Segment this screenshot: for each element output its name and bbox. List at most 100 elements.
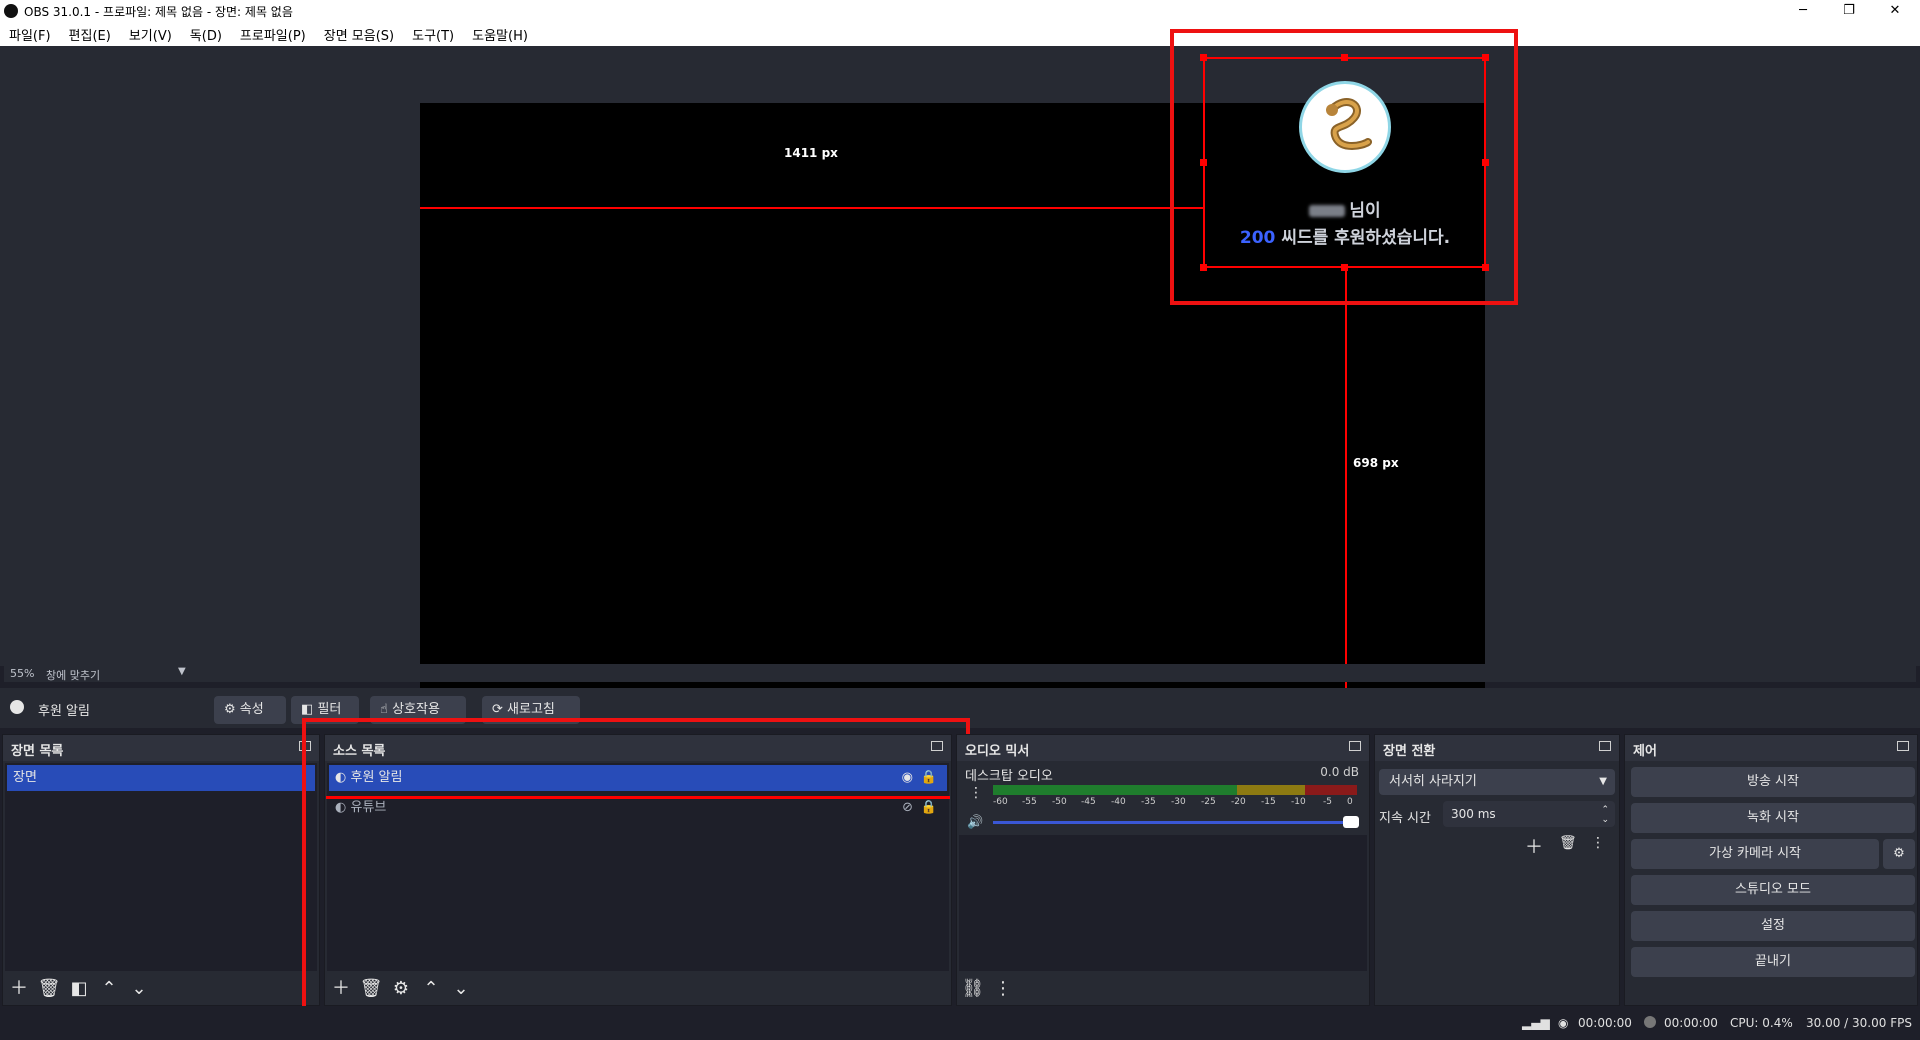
settings-button[interactable]: 설정 <box>1631 911 1915 941</box>
move-down-icon[interactable]: ⌄ <box>127 977 151 1001</box>
meter-ticks: -60 -55 -50 -45 -40 -35 -30 -25 -20 -15 … <box>993 797 1357 809</box>
trash-icon[interactable]: 🗑 <box>1559 835 1577 851</box>
obs-logo-icon <box>4 4 18 18</box>
tick-label: 0 <box>1347 797 1353 807</box>
selected-source-name: 후원 알림 <box>38 704 90 719</box>
menu-profile[interactable]: 프로파일(P) <box>231 25 315 44</box>
trash-icon[interactable]: 🗑 <box>37 977 61 1001</box>
close-button[interactable]: ✕ <box>1872 0 1918 22</box>
tick-label: -55 <box>1022 797 1037 807</box>
scenes-dock-title: 장면 목록 <box>11 744 64 759</box>
zoom-mode-select[interactable]: 창에 맞추기 <box>46 667 100 683</box>
controls-dock-title: 제어 <box>1633 744 1657 759</box>
preview-area[interactable]: 1411 px 698 px 님이 200 씨드를 후원하셨습니다. <box>0 29 1920 704</box>
tick-label: -60 <box>993 797 1008 807</box>
menu-edit[interactable]: 편집(E) <box>60 25 120 44</box>
menu-scene-collection[interactable]: 장면 모음(S) <box>315 25 403 44</box>
minimize-button[interactable]: ─ <box>1780 0 1826 22</box>
title-bar: OBS 31.0.1 - 프로파일: 제목 없음 - 장면: 제목 없음 ─ ❐… <box>0 0 1920 22</box>
kebab-menu-icon[interactable]: ⋮ <box>969 785 983 801</box>
mixer-footer: ⛓ ⋮ <box>961 977 1015 1001</box>
menu-file[interactable]: 파일(F) <box>0 25 60 44</box>
duration-spinbox[interactable]: 300 ms ⌃ ⌄ <box>1443 801 1615 827</box>
meter-bar-yellow <box>1237 785 1305 795</box>
tick-label: -20 <box>1231 797 1246 807</box>
gear-icon: ⚙ <box>224 702 236 717</box>
scenes-list[interactable]: 장면 <box>5 763 317 971</box>
meter-bar-green <box>993 785 1237 795</box>
cpu-usage: CPU: 0.4% <box>1730 1016 1793 1030</box>
mixer-level-readout: 0.0 dB <box>1320 765 1359 779</box>
transition-select[interactable]: 서서히 사라지기 ▼ <box>1379 769 1615 795</box>
studio-mode-button[interactable]: 스튜디오 모드 <box>1631 875 1915 905</box>
distance-label-horizontal: 1411 px <box>784 146 838 160</box>
tick-label: -40 <box>1111 797 1126 807</box>
zoom-level: 55% <box>10 667 35 680</box>
start-streaming-button[interactable]: 방송 시작 <box>1631 767 1915 797</box>
undock-icon[interactable] <box>1897 741 1909 751</box>
exit-button[interactable]: 끝내기 <box>1631 947 1915 977</box>
tick-label: -5 <box>1323 797 1332 807</box>
gear-icon: ⚙ <box>1893 846 1905 861</box>
signal-strength-icon: ▂▄▆ <box>1522 1016 1550 1030</box>
distance-line-horizontal <box>420 207 1205 209</box>
refresh-icon: ⟳ <box>492 702 503 717</box>
annotation-box-preview <box>1170 29 1518 305</box>
menu-tools[interactable]: 도구(T) <box>403 25 463 44</box>
undock-icon[interactable] <box>1599 741 1611 751</box>
move-up-icon[interactable]: ⌃ <box>97 977 121 1001</box>
stream-status-icon: ◉ <box>1558 1016 1569 1030</box>
scenes-footer: ＋ 🗑 ◧ ⌃ ⌄ <box>7 977 151 1001</box>
filter-icon: ◧ <box>301 702 314 717</box>
scene-item[interactable]: 장면 <box>7 765 315 791</box>
transitions-dock-title: 장면 전환 <box>1383 744 1436 759</box>
window-title: OBS 31.0.1 - 프로파일: 제목 없음 - 장면: 제목 없음 <box>24 5 293 19</box>
audio-mixer-dock: 오디오 믹서 데스크탑 오디오 0.0 dB ⋮ -60 -55 -50 -45… <box>956 734 1370 1006</box>
stepper-down-icon[interactable]: ⌄ <box>1601 807 1609 833</box>
browser-source-icon <box>10 700 24 714</box>
controls-dock: 제어 방송 시작 녹화 시작 가상 카메라 시작 ⚙ 스튜디오 모드 설정 끝내… <box>1624 734 1918 1006</box>
link-icon[interactable]: ⛓ <box>961 977 985 1001</box>
annotation-underline <box>326 796 950 799</box>
record-status-icon <box>1644 1016 1656 1028</box>
virtual-camera-settings-button[interactable]: ⚙ <box>1883 839 1915 869</box>
start-virtual-camera-button[interactable]: 가상 카메라 시작 <box>1631 839 1879 869</box>
annotation-box-sources <box>302 718 970 1020</box>
start-recording-button[interactable]: 녹화 시작 <box>1631 803 1915 833</box>
menu-help[interactable]: 도움말(H) <box>463 25 537 44</box>
distance-label-vertical: 698 px <box>1353 456 1399 470</box>
add-icon[interactable]: ＋ <box>1525 833 1543 859</box>
fps-readout: 30.00 / 30.00 FPS <box>1806 1016 1912 1030</box>
transitions-dock: 장면 전환 서서히 사라지기 ▼ 지속 시간 300 ms ⌃ ⌄ ＋ 🗑 ⋮ <box>1374 734 1620 1006</box>
zoom-dropdown-icon[interactable]: ▼ <box>178 666 186 677</box>
kebab-menu-icon[interactable]: ⋮ <box>1591 835 1605 851</box>
record-time: 00:00:00 <box>1664 1016 1718 1030</box>
transitions-dock-header: 장면 전환 <box>1375 735 1619 761</box>
mixer-empty-area <box>959 835 1367 971</box>
controls-dock-header: 제어 <box>1625 735 1917 761</box>
chevron-down-icon: ▼ <box>1599 776 1607 787</box>
kebab-menu-icon[interactable]: ⋮ <box>991 977 1015 1001</box>
restore-button[interactable]: ❐ <box>1826 0 1872 22</box>
menu-docks[interactable]: 독(D) <box>181 25 231 44</box>
menu-view[interactable]: 보기(V) <box>120 25 181 44</box>
properties-button[interactable]: ⚙ 속성 <box>214 696 286 724</box>
meter-bar-red <box>1305 785 1357 795</box>
tick-label: -50 <box>1052 797 1067 807</box>
tick-label: -10 <box>1291 797 1306 807</box>
volume-slider-track[interactable] <box>993 821 1347 824</box>
tick-label: -15 <box>1261 797 1276 807</box>
mixer-dock-header: 오디오 믹서 <box>957 735 1369 761</box>
hand-pointer-icon: ☝ <box>380 702 388 717</box>
stream-time: 00:00:00 <box>1578 1016 1632 1030</box>
undock-icon[interactable] <box>1349 741 1361 751</box>
menu-bar: 파일(F) 편집(E) 보기(V) 독(D) 프로파일(P) 장면 모음(S) … <box>0 22 1920 46</box>
speaker-icon[interactable]: 🔊 <box>967 815 983 830</box>
volume-slider-handle[interactable] <box>1343 816 1359 828</box>
filter-icon[interactable]: ◧ <box>67 977 91 1001</box>
scenes-dock: 장면 목록 장면 ＋ 🗑 ◧ ⌃ ⌄ <box>2 734 320 1006</box>
tick-label: -30 <box>1171 797 1186 807</box>
add-icon[interactable]: ＋ <box>7 977 31 1001</box>
tick-label: -25 <box>1201 797 1216 807</box>
tick-label: -35 <box>1141 797 1156 807</box>
